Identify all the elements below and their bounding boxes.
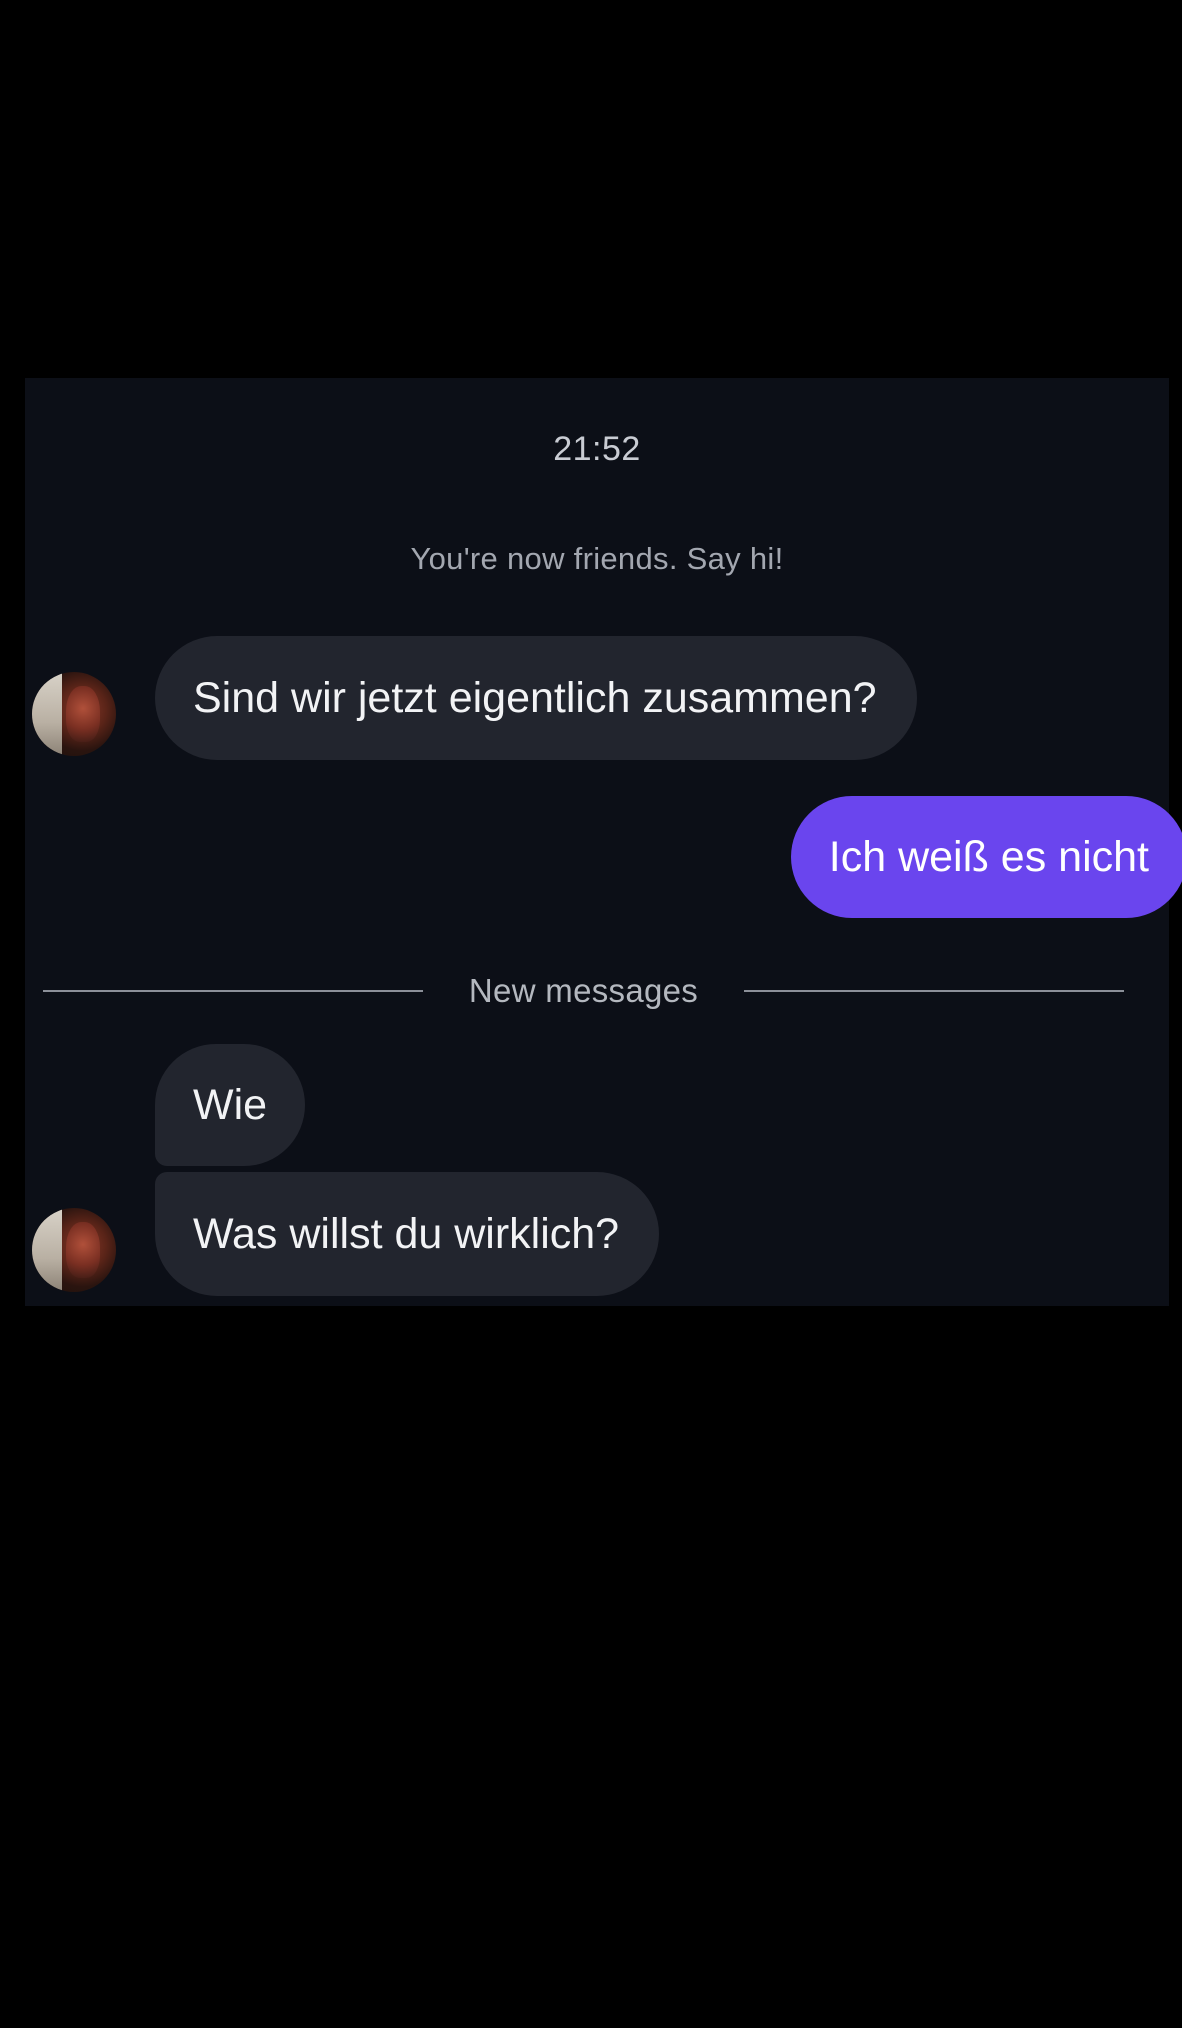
chat-panel: 21:52 You're now friends. Say hi! Sind w… <box>25 378 1182 1306</box>
system-message: You're now friends. Say hi! <box>410 541 784 576</box>
contact-avatar[interactable] <box>32 1208 116 1292</box>
outgoing-message-bubble[interactable]: Ich weiß es nicht <box>790 796 1182 918</box>
contact-avatar[interactable] <box>32 672 116 756</box>
new-messages-divider: New messages <box>43 970 1124 1010</box>
incoming-message-bubble[interactable]: Sind wir jetzt eigentlich zusammen? <box>155 636 917 760</box>
message-timestamp: 21:52 <box>553 430 641 468</box>
divider-line-right <box>744 990 1124 992</box>
incoming-message-bubble[interactable]: Wie <box>155 1044 306 1166</box>
incoming-message-bubble[interactable]: Was willst du wirklich? <box>155 1172 660 1296</box>
